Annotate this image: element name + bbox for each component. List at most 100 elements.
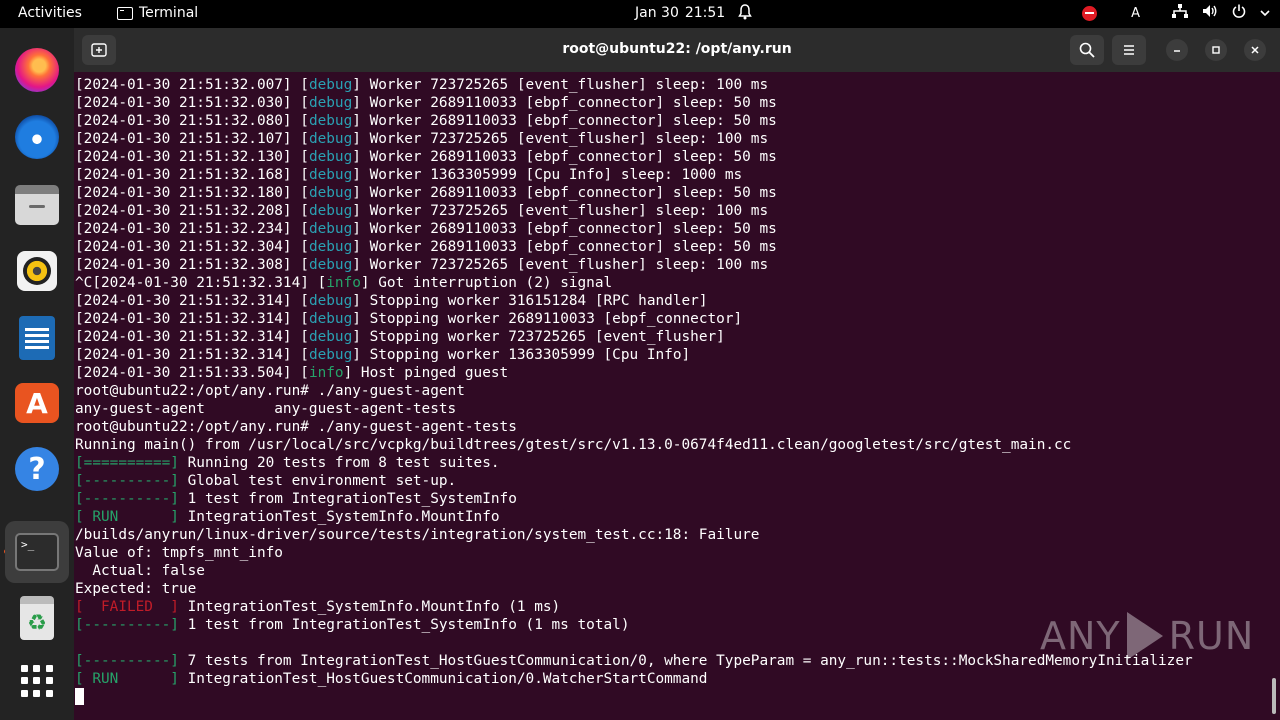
- terminal-line: [----------] 1 test from IntegrationTest…: [75, 490, 1270, 508]
- dock-item-app-center[interactable]: A: [12, 378, 62, 428]
- maximize-icon: [1212, 46, 1220, 54]
- terminal-text: [----------]: [75, 473, 179, 489]
- terminal-text: debug: [308, 239, 353, 255]
- terminal-text: ] Stopping worker 1363305999 [Cpu Info]: [352, 347, 691, 363]
- dock-item-thunderbird[interactable]: [12, 112, 62, 162]
- prompt-line[interactable]: [75, 688, 1270, 706]
- title-bar[interactable]: root@ubuntu22: /opt/any.run: [74, 28, 1280, 72]
- terminal-text: IntegrationTest_SystemInfo.MountInfo (1 …: [178, 599, 561, 615]
- terminal-line: root@ubuntu22:/opt/any.run# ./any-guest-…: [75, 382, 1270, 400]
- terminal-text: [2024-01-30 21:51:32.180] [: [75, 185, 309, 201]
- maximize-button[interactable]: [1205, 39, 1227, 61]
- terminal-line: Value of: tmpfs_mnt_info: [75, 544, 1270, 562]
- terminal-text: [2024-01-30 21:51:32.234] [: [75, 221, 309, 237]
- terminal-text: ] Worker 2689110033 [ebpf_connector] sle…: [352, 149, 777, 165]
- recording-stop-icon[interactable]: [1082, 5, 1098, 21]
- firefox-icon: [15, 48, 59, 92]
- terminal-text: ] Worker 2689110033 [ebpf_connector] sle…: [352, 185, 777, 201]
- dock-item-terminal[interactable]: >_: [5, 521, 69, 583]
- hamburger-icon: [1124, 45, 1134, 55]
- terminal-line: [2024-01-30 21:51:32.180] [debug] Worker…: [75, 184, 1270, 202]
- terminal-text: [2024-01-30 21:51:32.308] [: [75, 257, 309, 273]
- terminal-line: [ RUN ] IntegrationTest_HostGuestCommuni…: [75, 670, 1270, 688]
- terminal-text: [2024-01-30 21:51:32.168] [: [75, 167, 309, 183]
- terminal-line: [2024-01-30 21:51:32.030] [debug] Worker…: [75, 94, 1270, 112]
- dock-item-writer[interactable]: [12, 313, 62, 363]
- terminal-line: root@ubuntu22:/opt/any.run# ./any-guest-…: [75, 418, 1270, 436]
- keyboard-layout-indicator[interactable]: A: [1131, 6, 1140, 21]
- activities-button[interactable]: Activities: [18, 5, 82, 21]
- terminal-text: Running main() from /usr/local/src/vcpkg…: [75, 437, 1072, 453]
- bell-icon[interactable]: [738, 4, 752, 24]
- terminal-text: debug: [308, 149, 353, 165]
- terminal-text: [2024-01-30 21:51:32.007] [: [75, 77, 309, 93]
- terminal-text: debug: [308, 77, 353, 93]
- dock-item-help[interactable]: ?: [12, 444, 62, 494]
- terminal-text: IntegrationTest_SystemInfo.MountInfo: [178, 509, 500, 525]
- terminal-text: debug: [308, 95, 353, 111]
- search-button[interactable]: [1070, 35, 1104, 65]
- terminal-text: debug: [308, 311, 353, 327]
- terminal-text: info: [326, 275, 361, 291]
- terminal-text: [----------]: [75, 653, 179, 669]
- dock-item-files[interactable]: [12, 180, 62, 230]
- system-tray[interactable]: A: [1082, 4, 1270, 22]
- dock-item-firefox[interactable]: [12, 45, 62, 95]
- search-icon: [1079, 42, 1095, 58]
- menu-button[interactable]: [1112, 35, 1146, 65]
- dock-item-show-apps[interactable]: [12, 656, 62, 706]
- close-button[interactable]: [1244, 39, 1266, 61]
- terminal-text: [2024-01-30 21:51:33.504] [: [75, 365, 309, 381]
- chevron-down-icon[interactable]: [1260, 6, 1270, 21]
- terminal-text: Actual: false: [75, 563, 205, 579]
- minimize-button[interactable]: [1166, 39, 1188, 61]
- terminal-text: IntegrationTest_HostGuestCommunication/0…: [178, 671, 708, 687]
- terminal-text: debug: [308, 203, 353, 219]
- terminal-line: /builds/anyrun/linux-driver/source/tests…: [75, 526, 1270, 544]
- terminal-text: [----------]: [75, 617, 179, 633]
- writer-icon: [19, 316, 55, 360]
- terminal-app-icon: [117, 6, 133, 20]
- volume-icon[interactable]: [1202, 4, 1218, 22]
- terminal-text: [ FAILED ]: [75, 599, 179, 615]
- terminal-line: [2024-01-30 21:51:32.234] [debug] Worker…: [75, 220, 1270, 238]
- terminal-text: [ RUN ]: [75, 509, 179, 525]
- anyrun-watermark: ANY RUN: [1040, 612, 1254, 660]
- terminal-text: ] Host pinged guest: [343, 365, 509, 381]
- terminal-text: ] Stopping worker 723725265 [event_flush…: [352, 329, 725, 345]
- power-icon[interactable]: [1232, 4, 1246, 22]
- terminal-text: ] Worker 2689110033 [ebpf_connector] sle…: [352, 221, 777, 237]
- rhythmbox-icon: [17, 251, 57, 291]
- terminal-line: [2024-01-30 21:51:32.314] [debug] Stoppi…: [75, 328, 1270, 346]
- terminal-line: [2024-01-30 21:51:32.007] [debug] Worker…: [75, 76, 1270, 94]
- terminal-line: any-guest-agent any-guest-agent-tests: [75, 400, 1270, 418]
- terminal-text: Expected: true: [75, 581, 197, 597]
- dock-item-rhythmbox[interactable]: [12, 246, 62, 296]
- terminal-text: ] Worker 723725265 [event_flusher] sleep…: [352, 131, 769, 147]
- terminal-text: /builds/anyrun/linux-driver/source/tests…: [75, 527, 760, 543]
- scrollbar[interactable]: [1272, 678, 1276, 714]
- terminal-text: info: [308, 365, 344, 381]
- terminal-line: [2024-01-30 21:51:32.314] [debug] Stoppi…: [75, 346, 1270, 364]
- terminal-text: [2024-01-30 21:51:32.304] [: [75, 239, 309, 255]
- watermark-text-left: ANY: [1040, 614, 1121, 658]
- terminal-line: Expected: true: [75, 580, 1270, 598]
- thunderbird-icon: [15, 115, 59, 159]
- terminal-text: debug: [308, 257, 353, 273]
- terminal-text: 1 test from IntegrationTest_SystemInfo (…: [178, 617, 630, 633]
- terminal-line: Actual: false: [75, 562, 1270, 580]
- network-icon[interactable]: [1172, 4, 1188, 22]
- dock-item-trash[interactable]: ♻: [12, 593, 62, 643]
- clock[interactable]: Jan 30 21:51: [635, 5, 725, 21]
- app-center-icon: A: [15, 383, 59, 423]
- top-bar: Activities Terminal Jan 30 21:51 A: [0, 0, 1280, 28]
- terminal-line: [2024-01-30 21:51:32.304] [debug] Worker…: [75, 238, 1270, 256]
- app-menu[interactable]: Terminal: [117, 5, 198, 21]
- clock-date: Jan 30: [635, 5, 679, 21]
- terminal-text: debug: [308, 329, 353, 345]
- watermark-text-right: RUN: [1168, 614, 1255, 658]
- terminal-text: ^C[2024-01-30 21:51:32.314] [: [75, 275, 327, 291]
- terminal-text: ] Got interruption (2) signal: [360, 275, 613, 291]
- terminal-text: debug: [308, 167, 353, 183]
- terminal-line: [2024-01-30 21:51:32.314] [debug] Stoppi…: [75, 310, 1270, 328]
